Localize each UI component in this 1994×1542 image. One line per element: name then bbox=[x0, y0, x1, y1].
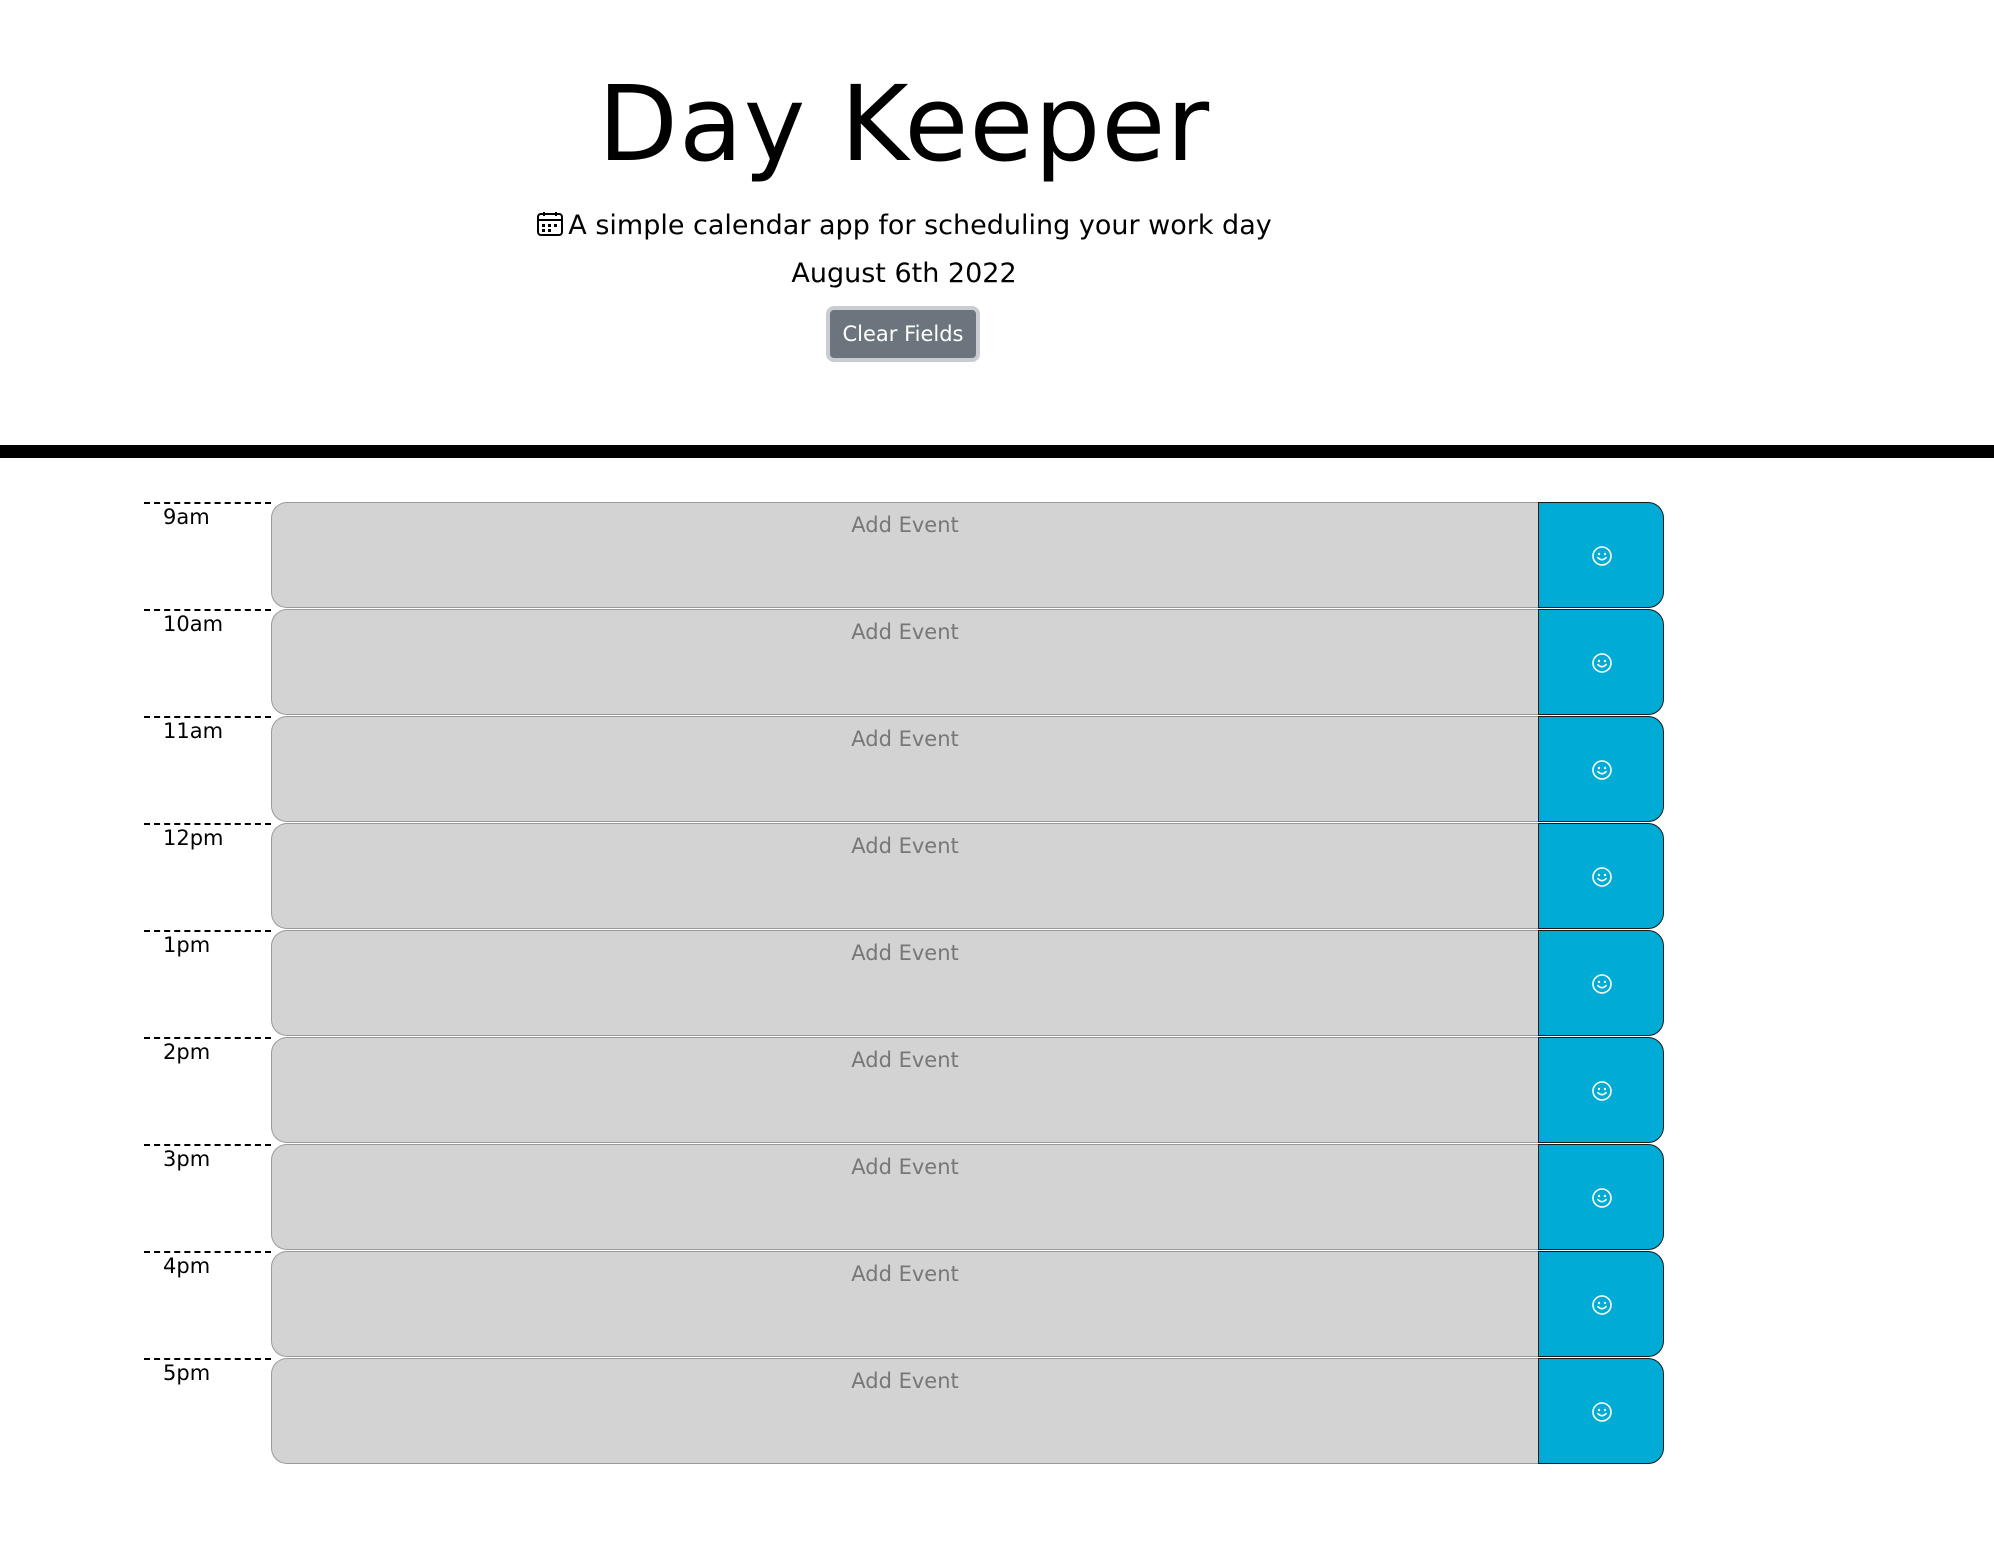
event-input[interactable] bbox=[271, 823, 1538, 929]
smiley-face-icon bbox=[1592, 1295, 1612, 1315]
save-button[interactable] bbox=[1538, 1251, 1664, 1357]
hour-label: 3pm bbox=[144, 1144, 271, 1250]
page-header: Day Keeper A simple calendar app for sch… bbox=[0, 0, 1994, 445]
save-button[interactable] bbox=[1538, 609, 1664, 715]
save-button[interactable] bbox=[1538, 930, 1664, 1036]
event-input[interactable] bbox=[271, 1251, 1538, 1357]
smiley-face-icon bbox=[1592, 546, 1612, 566]
time-block-row: 10am bbox=[0, 609, 1994, 715]
tagline: A simple calendar app for scheduling you… bbox=[0, 206, 1808, 246]
time-block-row: 12pm bbox=[0, 823, 1994, 929]
smiley-face-icon bbox=[1592, 653, 1612, 673]
save-button[interactable] bbox=[1538, 1144, 1664, 1250]
save-button[interactable] bbox=[1538, 1358, 1664, 1464]
time-block-row: 1pm bbox=[0, 930, 1994, 1036]
hour-label: 4pm bbox=[144, 1251, 271, 1357]
save-button[interactable] bbox=[1538, 823, 1664, 929]
event-input[interactable] bbox=[271, 502, 1538, 608]
hour-label: 1pm bbox=[144, 930, 271, 1036]
current-date: August 6th 2022 bbox=[791, 258, 1017, 289]
smiley-face-icon bbox=[1592, 760, 1612, 780]
smiley-face-icon bbox=[1592, 974, 1612, 994]
event-input[interactable] bbox=[271, 716, 1538, 822]
time-block-row: 4pm bbox=[0, 1251, 1994, 1357]
clear-fields-button[interactable]: Clear Fields bbox=[826, 306, 980, 362]
time-block-row: 9am bbox=[0, 502, 1994, 608]
event-input[interactable] bbox=[271, 930, 1538, 1036]
time-block-row: 11am bbox=[0, 716, 1994, 822]
save-button[interactable] bbox=[1538, 502, 1664, 608]
tagline-text: A simple calendar app for scheduling you… bbox=[568, 210, 1272, 241]
event-input[interactable] bbox=[271, 1358, 1538, 1464]
event-input[interactable] bbox=[271, 1037, 1538, 1143]
hour-label: 12pm bbox=[144, 823, 271, 929]
smiley-face-icon bbox=[1592, 1188, 1612, 1208]
app-title: Day Keeper bbox=[597, 63, 1211, 185]
smiley-face-icon bbox=[1592, 1402, 1612, 1422]
time-block-row: 5pm bbox=[0, 1358, 1994, 1464]
smiley-face-icon bbox=[1592, 1081, 1612, 1101]
hour-label: 2pm bbox=[144, 1037, 271, 1143]
smiley-face-icon bbox=[1592, 867, 1612, 887]
time-block-row: 2pm bbox=[0, 1037, 1994, 1143]
header-divider bbox=[0, 445, 1994, 458]
time-block-row: 3pm bbox=[0, 1144, 1994, 1250]
hour-label: 10am bbox=[144, 609, 271, 715]
hour-label: 9am bbox=[144, 502, 271, 608]
hour-label: 5pm bbox=[144, 1358, 271, 1464]
event-input[interactable] bbox=[271, 609, 1538, 715]
save-button[interactable] bbox=[1538, 716, 1664, 822]
calendar-icon bbox=[536, 210, 564, 238]
save-button[interactable] bbox=[1538, 1037, 1664, 1143]
hour-label: 11am bbox=[144, 716, 271, 822]
event-input[interactable] bbox=[271, 1144, 1538, 1250]
